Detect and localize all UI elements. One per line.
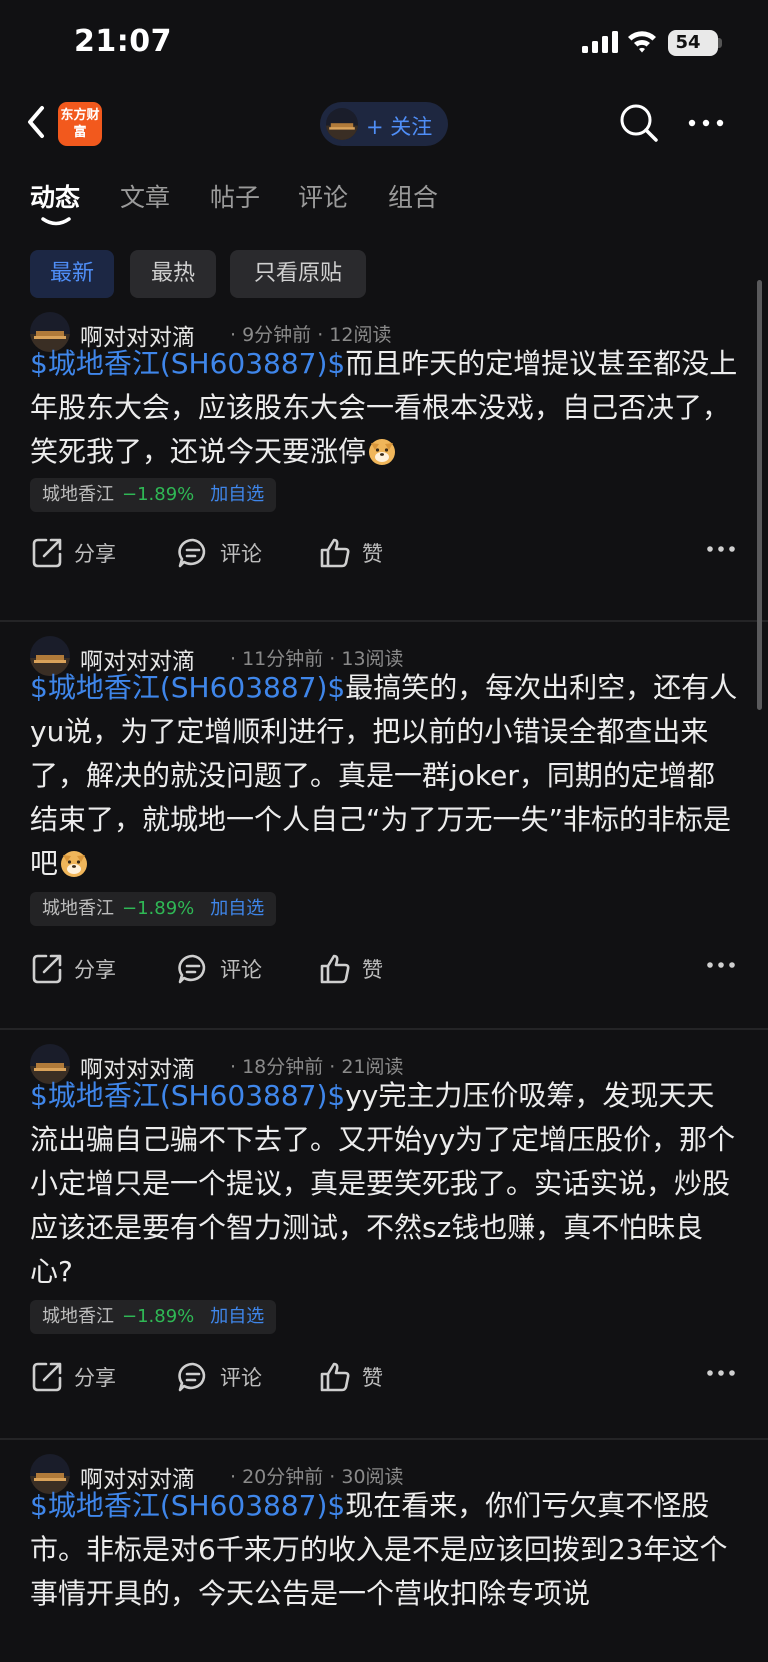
doge-emoji-icon <box>369 439 396 465</box>
cellular-signal-icon <box>582 31 618 53</box>
share-label: 分享 <box>74 958 116 982</box>
stock-link[interactable]: $城地香江(SH603887)$ <box>30 1079 345 1112</box>
status-time: 21:07 <box>74 24 172 59</box>
scrollbar[interactable] <box>757 280 762 710</box>
back-chevron-icon[interactable] <box>22 100 52 144</box>
comment-icon <box>178 538 206 568</box>
filter-hottest[interactable]: 最热 <box>130 250 216 298</box>
logo-text: 东方财富 <box>60 108 100 140</box>
comment-label: 评论 <box>220 1366 262 1390</box>
search-icon[interactable] <box>618 102 660 144</box>
add-watchlist-button[interactable]: 加自选 <box>210 1306 264 1327</box>
stock-tag-change: −1.89% <box>122 1306 195 1327</box>
doge-emoji-icon <box>61 851 88 877</box>
comment-label: 评论 <box>220 542 262 566</box>
battery-level: 54 <box>675 32 701 53</box>
battery-icon: 54 <box>668 30 718 56</box>
post-content[interactable]: $城地香江(SH603887)$现在看来，你们亏欠真不怪股市。非标是对6千来万的… <box>30 1484 742 1616</box>
stock-tag-name: 城地香江 <box>42 484 114 505</box>
profile-tabs: 动态 文章 帖子 评论 组合 <box>0 168 768 228</box>
post-content[interactable]: $城地香江(SH603887)$yy完主力压价吸筹，发现天天流出骗自己骗不下去了… <box>30 1074 742 1294</box>
follow-label: + 关注 <box>366 115 433 139</box>
share-icon <box>32 954 62 984</box>
like-label: 赞 <box>362 958 383 982</box>
share-label: 分享 <box>74 542 116 566</box>
share-icon <box>32 1362 62 1392</box>
post-more-icon[interactable] <box>706 960 736 970</box>
tab-comments[interactable]: 评论 <box>298 178 348 214</box>
comment-label: 评论 <box>220 958 262 982</box>
more-options-icon[interactable] <box>686 110 726 136</box>
user-avatar <box>326 108 358 140</box>
thumbs-up-icon <box>320 954 350 984</box>
tab-posts[interactable]: 帖子 <box>210 178 260 214</box>
stock-tag[interactable]: 城地香江 −1.89% 加自选 <box>30 892 277 926</box>
share-icon <box>32 538 62 568</box>
battery-tip <box>718 38 722 48</box>
stock-link[interactable]: $城地香江(SH603887)$ <box>30 347 345 380</box>
add-watchlist-button[interactable]: 加自选 <box>210 484 264 505</box>
post-more-icon[interactable] <box>706 1368 736 1378</box>
active-tab-indicator <box>41 217 71 226</box>
comment-icon <box>178 1362 206 1392</box>
filter-bar: 最新 最热 只看原贴 <box>0 250 768 300</box>
stock-link[interactable]: $城地香江(SH603887)$ <box>30 671 345 704</box>
filter-original-only[interactable]: 只看原贴 <box>230 250 366 298</box>
stock-tag-change: −1.89% <box>122 898 195 919</box>
tab-dynamics[interactable]: 动态 <box>30 178 80 214</box>
post-content[interactable]: $城地香江(SH603887)$而且昨天的定增提议甚至都没上年股东大会，应该股东… <box>30 342 742 474</box>
post-actions: 分享 评论 赞 <box>30 532 740 572</box>
stock-link[interactable]: $城地香江(SH603887)$ <box>30 1489 345 1522</box>
app-logo[interactable]: 东方财富 <box>58 102 102 146</box>
stock-tag[interactable]: 城地香江 −1.89% 加自选 <box>30 1300 277 1334</box>
stock-tag[interactable]: 城地香江 −1.89% 加自选 <box>30 478 277 512</box>
stock-tag-name: 城地香江 <box>42 1306 114 1327</box>
add-watchlist-button[interactable]: 加自选 <box>210 898 264 919</box>
post-divider <box>0 620 768 622</box>
like-label: 赞 <box>362 542 383 566</box>
post-actions: 分享 评论 赞 <box>30 948 740 988</box>
post-divider <box>0 1028 768 1030</box>
tab-portfolios[interactable]: 组合 <box>388 178 438 214</box>
post-feed: 啊对对对滴 · 9分钟前 · 12阅读 $城地香江(SH603887)$而且昨天… <box>0 306 768 1662</box>
stock-tag-name: 城地香江 <box>42 898 114 919</box>
post-more-icon[interactable] <box>706 544 736 554</box>
follow-button[interactable]: + 关注 <box>320 102 448 146</box>
wifi-icon <box>628 31 656 53</box>
post-divider <box>0 1438 768 1440</box>
comment-icon <box>178 954 206 984</box>
filter-latest[interactable]: 最新 <box>30 250 114 298</box>
share-label: 分享 <box>74 1366 116 1390</box>
stock-tag-change: −1.89% <box>122 484 195 505</box>
nav-bar: 东方财富 + 关注 <box>0 88 768 160</box>
post-content[interactable]: $城地香江(SH603887)$最搞笑的，每次出利空，还有人yu说，为了定增顺利… <box>30 666 742 886</box>
thumbs-up-icon <box>320 1362 350 1392</box>
like-label: 赞 <box>362 1366 383 1390</box>
post-actions: 分享 评论 赞 <box>30 1356 740 1396</box>
status-bar: 21:07 54 <box>0 0 768 88</box>
tab-articles[interactable]: 文章 <box>120 178 170 214</box>
thumbs-up-icon <box>320 538 350 568</box>
